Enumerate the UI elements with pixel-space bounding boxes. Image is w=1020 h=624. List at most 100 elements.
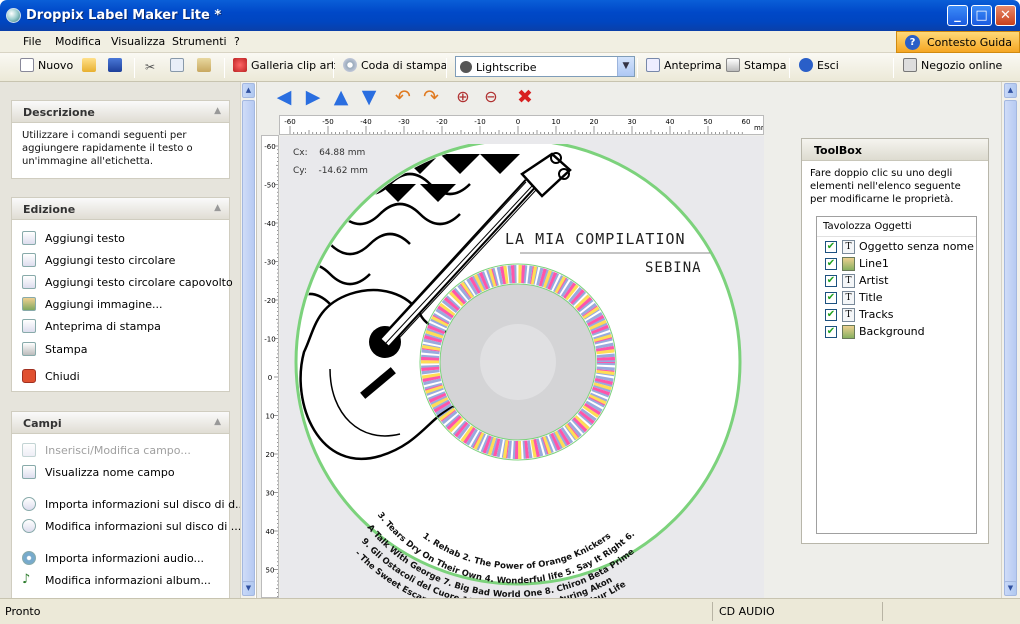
online-shop-button[interactable]: Negozio online [903, 58, 1002, 78]
toolbar-separator [637, 58, 638, 78]
exit-button[interactable]: Esci [799, 58, 839, 78]
paste-icon [197, 58, 211, 72]
save-button[interactable] [108, 58, 126, 78]
scroll-down-icon[interactable]: ▼ [242, 581, 255, 596]
toolbar-separator [224, 58, 225, 78]
menu-strumenti[interactable]: Strumenti [172, 35, 227, 48]
ruler-top-label: -30 [398, 118, 409, 126]
field-name-icon [22, 465, 36, 479]
preview-label: Anteprima [664, 59, 722, 72]
visibility-checkbox[interactable]: ✔ [825, 326, 837, 338]
horizontal-ruler: -60 -50 -40 -30 -20 -10 0 10 20 30 40 50 60mm [279, 115, 764, 135]
move-right-icon[interactable]: ▶ [301, 86, 325, 108]
move-down-icon[interactable]: ▼ [357, 86, 381, 108]
menu-bar: File Modifica Visualizza Strumenti ? [0, 31, 1020, 53]
menu-modifica[interactable]: Modifica [55, 35, 101, 48]
scroll-thumb[interactable] [1004, 100, 1017, 590]
ruler-top-label: -60 [284, 118, 295, 126]
scroll-up-icon[interactable]: ▲ [1004, 83, 1017, 98]
move-left-icon[interactable]: ◀ [272, 86, 296, 108]
menu-file[interactable]: File [23, 35, 41, 48]
canvas-toolbar: ◀ ▶ ▲ ▼ ↶ ↷ ⊕ ⊖ ✖ [257, 82, 1001, 112]
add-circular-text-label: Aggiungi testo circolare [45, 254, 176, 267]
ruler-top-label: -40 [360, 118, 371, 126]
description-group-header[interactable]: Descrizione ▲ [12, 101, 229, 123]
ruler-top-label: 60 [742, 118, 751, 126]
text-icon: T [842, 274, 855, 288]
canvas-scrollbar[interactable]: ▲ ▼ [1001, 82, 1020, 598]
object-label: Oggetto senza nome [859, 240, 974, 253]
import-audio-info-label: Importa informazioni audio... [45, 552, 205, 565]
open-button[interactable] [82, 58, 100, 78]
cut-button[interactable]: ✂ [143, 58, 161, 78]
context-help-button[interactable]: ? Contesto Guida [896, 31, 1020, 53]
move-up-icon[interactable]: ▲ [329, 86, 353, 108]
minimize-button[interactable]: _ [947, 5, 968, 26]
object-label: Title [859, 291, 883, 304]
copy-button[interactable] [170, 58, 188, 78]
scroll-thumb[interactable] [242, 100, 255, 590]
scroll-down-icon[interactable]: ▼ [1004, 581, 1017, 596]
cd-title-text[interactable]: LA MIA COMPILATION [505, 230, 686, 248]
left-panel-scrollbar[interactable]: ▲ ▼ [240, 82, 255, 598]
paste-button[interactable] [197, 58, 215, 78]
ruler-top-label: 50 [704, 118, 713, 126]
vertical-ruler: -60-50-40-30-20-100102030405060 [261, 135, 279, 598]
preview-button[interactable]: Anteprima [646, 58, 722, 78]
online-shop-label: Negozio online [921, 59, 1003, 72]
edition-group-header[interactable]: Edizione ▲ [12, 198, 229, 220]
status-bar: Pronto CD AUDIO [0, 598, 1020, 624]
chevron-up-icon[interactable]: ▲ [214, 417, 221, 427]
cd-label-design[interactable]: LA MIA COMPILATION SEBINA 1. Rehab 2. Th… [290, 144, 745, 598]
cd-artist-text[interactable]: SEBINA [645, 260, 702, 276]
description-text: Utilizzare i comandi seguenti per aggiun… [22, 130, 193, 167]
new-button[interactable]: Nuovo [20, 58, 73, 78]
context-help-label: Contesto Guida [927, 36, 1013, 49]
visibility-checkbox[interactable]: ✔ [825, 309, 837, 321]
toolbar-separator [333, 58, 334, 78]
add-circular-text-reversed-label: Aggiungi testo circolare capovolto [45, 276, 233, 289]
ruler-left-label: -20 [264, 297, 275, 305]
text-icon [22, 231, 36, 245]
ruler-left-label: 10 [266, 413, 275, 421]
menu-help[interactable]: ? [234, 35, 240, 48]
scroll-up-icon[interactable]: ▲ [242, 83, 255, 98]
edition-group: Edizione ▲ Aggiungi testo Aggiungi testo … [11, 197, 233, 392]
delete-icon[interactable]: ✖ [513, 86, 537, 108]
visibility-checkbox[interactable]: ✔ [825, 241, 837, 253]
maximize-button[interactable]: □ [971, 5, 992, 26]
chevron-up-icon[interactable]: ▲ [214, 106, 221, 116]
output-type-select[interactable]: Lightscribe ▼ [455, 56, 635, 77]
print-queue-button[interactable]: Coda di stampa [343, 58, 447, 78]
preview-icon [646, 58, 660, 72]
new-document-icon [20, 58, 34, 72]
close-button[interactable]: ✕ [995, 5, 1016, 26]
disc-type-status: CD AUDIO [712, 602, 882, 621]
help-icon: ? [905, 35, 920, 50]
zoom-out-icon[interactable]: ⊖ [479, 86, 503, 108]
clipart-icon [233, 58, 247, 72]
ruler-left-label: -50 [264, 182, 275, 190]
chevron-up-icon[interactable]: ▲ [214, 203, 221, 213]
ruler-left-label: 50 [266, 567, 275, 575]
clipart-gallery-button[interactable]: Galleria clip art [233, 58, 335, 78]
toolbox-title: ToolBox [802, 139, 988, 161]
fields-group-header[interactable]: Campi ▲ [12, 412, 229, 434]
chevron-down-icon[interactable]: ▼ [617, 57, 634, 76]
ruler-top-label: 0 [516, 118, 520, 126]
undo-icon[interactable]: ↶ [391, 86, 415, 108]
visibility-checkbox[interactable]: ✔ [825, 292, 837, 304]
menu-visualizza[interactable]: Visualizza [111, 35, 165, 48]
visibility-checkbox[interactable]: ✔ [825, 275, 837, 287]
visibility-checkbox[interactable]: ✔ [825, 258, 837, 270]
description-group: Descrizione ▲ Utilizzare i comandi seguen… [11, 100, 230, 179]
zoom-in-icon[interactable]: ⊕ [451, 86, 475, 108]
image-icon [842, 257, 855, 271]
object-label: Tracks [859, 308, 894, 321]
circular-text-icon [22, 253, 36, 267]
redo-icon[interactable]: ↷ [419, 86, 443, 108]
toolbar-separator [893, 58, 894, 78]
print-button[interactable]: Stampa [726, 58, 786, 78]
shopping-cart-icon [903, 58, 917, 72]
copy-icon [170, 58, 184, 72]
